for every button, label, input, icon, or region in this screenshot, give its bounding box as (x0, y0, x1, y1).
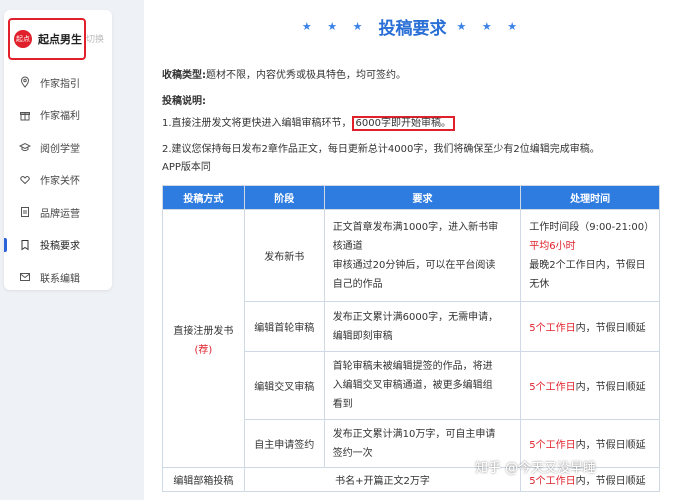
method-cell-direct: 直接注册发书 (荐) (162, 209, 245, 468)
req-line: 入编辑交叉审稿通道，被更多编辑组 (332, 380, 493, 391)
column-header: 阶段 (243, 185, 325, 210)
sidebar-item-label: 阅创学堂 (40, 143, 80, 155)
instructions-label: 投稿说明: (162, 92, 206, 107)
sidebar-item-label: 品牌运营 (40, 208, 80, 220)
sidebar-item-label: 投稿要求 (40, 241, 80, 253)
topics-text: 题材不限，内容优秀或极具特色，均可签约。 (206, 70, 406, 81)
method-cell-mail: 编辑部箱投稿 (162, 467, 245, 492)
sidebar-item-submission[interactable]: 投稿要求 (4, 229, 112, 262)
instruction-line-3: APP版本同 (162, 162, 211, 173)
stage-cell: 发布新书 (243, 209, 325, 302)
requirement-cell: 发布正文累计满6000字，无需申请， 编辑即刻审稿 (323, 301, 522, 352)
time-red: 5个工作日 (529, 476, 576, 487)
time-rest: 内，节假日顺延 (575, 323, 646, 334)
req-line: 自己的作品 (332, 278, 383, 290)
watermark: 知乎 @今天又没早睡 (475, 461, 597, 476)
graduation-cap-icon (18, 140, 32, 154)
requirement-cell: 正文首章发布满1000字，进入新书审 核通道 审核通过20分钟后，可以在平台阅读… (323, 209, 522, 302)
column-header: 投稿方式 (162, 185, 245, 210)
req-line: 看到 (332, 399, 353, 410)
time-line: 平均6小时 (529, 240, 576, 252)
sidebar-item-writer-benefits[interactable]: 作家福利 (4, 99, 112, 132)
location-pin-icon (18, 75, 32, 89)
brand-logo: 起点 (14, 30, 32, 48)
stage-cell: 编辑首轮审稿 (243, 301, 325, 352)
sidebar-item-label: 作家关怀 (40, 176, 80, 188)
instructions-heading: 投稿说明: (162, 96, 206, 107)
star-decoration-icon: ★ ★ ★ (456, 19, 524, 33)
time-cell: 5个工作日内，节假日顺延 (520, 301, 660, 352)
star-decoration-icon: ★ ★ ★ (301, 19, 369, 33)
req-line: 审核通过20分钟后，可以在平台阅读 (332, 259, 496, 271)
table-row: 直接注册发书 (荐) 发布新书 正文首章发布满1000字，进入新书审 核通道 审… (162, 209, 660, 468)
time-cell: 工作时间段（9:00-21:00） 平均6小时 最晚2个工作日内，节假日 无休 (520, 209, 660, 302)
req-line: 编辑即刻审稿 (332, 330, 393, 342)
sidebar-item-writer-care[interactable]: 作家关怀 (4, 164, 112, 197)
sidebar-item-writer-guide[interactable]: 作家指引 (4, 66, 112, 99)
time-red: 5个工作日 (529, 382, 576, 393)
topics-label: 收稿类型: (162, 70, 206, 81)
gift-icon (18, 108, 32, 122)
bookmark-icon (18, 238, 32, 252)
brand-name: 起点男生 (38, 33, 82, 46)
column-header: 要求 (323, 185, 522, 210)
main-content: ★ ★ ★ 投稿要求 ★ ★ ★ 收稿类型:题材不限，内容优秀或极具特色，均可签… (144, 0, 681, 500)
time-rest: 内，节假日顺延 (575, 440, 646, 451)
time-red: 5个工作日 (529, 440, 576, 451)
table-header-row: 投稿方式 阶段 要求 处理时间 (162, 185, 660, 210)
time-cell: 5个工作日内，节假日顺延 (520, 351, 660, 420)
stage-cell: 编辑交叉审稿 (243, 351, 325, 420)
mail-icon (18, 270, 32, 284)
req-line: 首轮审稿未被编辑提签的作品，将进 (332, 361, 493, 372)
req-line: 核通道 (332, 240, 363, 252)
highlighted-6000-words: 6000字即开始审稿。 (351, 116, 455, 131)
req-line: 正文首章发布满1000字，进入新书审 (332, 221, 499, 233)
topics-paragraph: 收稿类型:题材不限，内容优秀或极具特色，均可签约。 (162, 66, 406, 81)
method-label: 直接注册发书 (173, 325, 234, 337)
document-icon (18, 205, 32, 219)
brand-selector[interactable]: 起点 起点男生 (8, 18, 86, 60)
time-line: 最晚2个工作日内，节假日 (529, 259, 646, 271)
heart-hands-icon (18, 173, 32, 187)
sidebar-item-label: 作家指引 (40, 78, 80, 90)
instruction-line-1: 1.直接注册发文将更快进入编辑审稿环节， 6000字即开始审稿。 (162, 114, 455, 131)
requirement-cell: 首轮审稿未被编辑提签的作品，将进 入编辑交叉审稿通道，被更多编辑组 看到 (323, 351, 522, 420)
time-rest: 内，节假日顺延 (575, 476, 646, 487)
sidebar-item-academy[interactable]: 阅创学堂 (4, 131, 112, 164)
instruction-line-2: 2.建议您保持每日发布2章作品正文，每日更新总计4000字，我们将确保至少有2位… (162, 144, 600, 155)
req-line: 发布正文累计满10万字，可自主申请 (332, 428, 496, 440)
sidebar: 起点 起点男生 切换 作家指引 作家福利 阅创学堂 作家关怀 品牌运营 投稿要求… (4, 10, 112, 290)
time-line: 无休 (529, 278, 550, 290)
time-rest: 内，节假日顺延 (575, 382, 646, 393)
sidebar-nav: 作家指引 作家福利 阅创学堂 作家关怀 品牌运营 投稿要求 联系编辑 (4, 66, 112, 294)
req-line: 发布正文累计满6000字，无需申请， (332, 311, 499, 323)
instruction-1-text: 1.直接注册发文将更快进入编辑审稿环节， (162, 118, 352, 129)
page-title: 投稿要求 (378, 18, 447, 39)
brand-switch-link[interactable]: 切换 (86, 32, 104, 45)
page-header: ★ ★ ★ 投稿要求 ★ ★ ★ (144, 10, 681, 42)
stage-cell: 自主申请签约 (243, 419, 325, 468)
sidebar-item-label: 作家福利 (40, 111, 80, 123)
sidebar-item-label: 联系编辑 (40, 273, 80, 285)
time-line: 工作时间段（9:00-21:00） (529, 221, 655, 233)
submission-table: 投稿方式 阶段 要求 处理时间 直接注册发书 (荐) 发布新书 正文首章发布满1… (162, 185, 660, 492)
column-header: 处理时间 (520, 185, 660, 210)
sidebar-item-contact-editor[interactable]: 联系编辑 (4, 261, 112, 294)
recommended-tag: (荐) (194, 344, 213, 356)
time-red: 5个工作日 (529, 323, 576, 334)
sidebar-item-brand-ops[interactable]: 品牌运营 (4, 196, 112, 229)
